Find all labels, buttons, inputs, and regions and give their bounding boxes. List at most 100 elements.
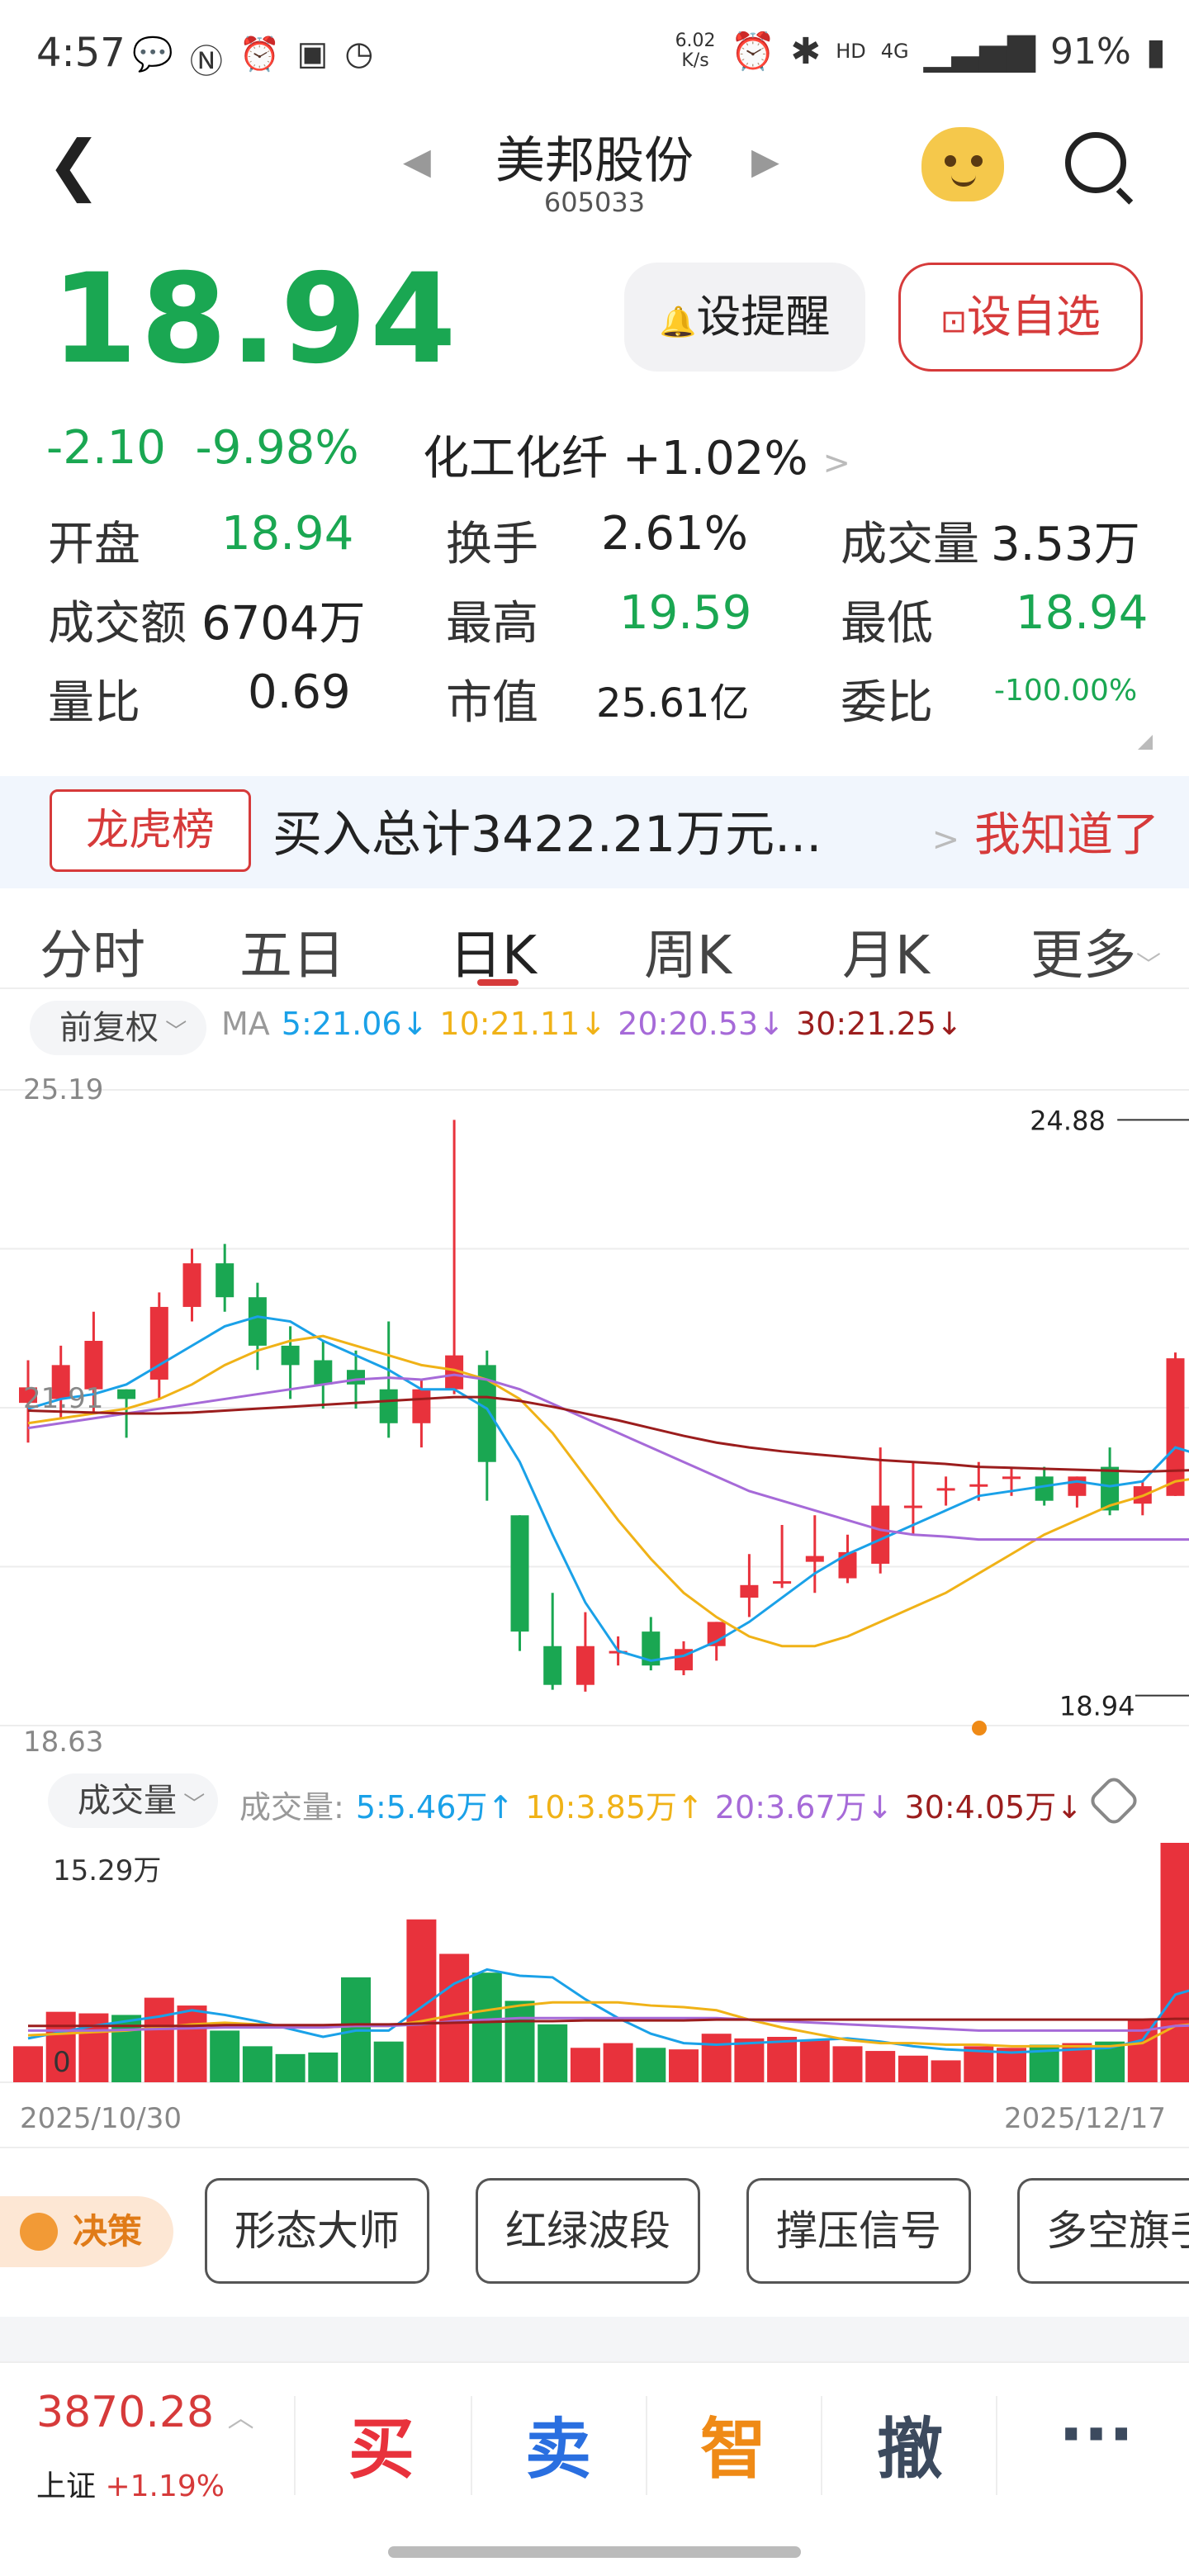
tab-more-label: 更多: [1030, 926, 1136, 987]
volume-bar: [275, 2053, 306, 2082]
volume-indicator-label: 成交量: [78, 1782, 177, 1820]
ratio-value: 0.69: [248, 665, 351, 719]
candle-body: [543, 1646, 562, 1685]
candle-body: [838, 1551, 857, 1579]
index-value[interactable]: 3870.28 ︿: [36, 2388, 254, 2437]
decision-badge[interactable]: 决策: [0, 2196, 173, 2267]
industry-link[interactable]: 化工化纤 +1.02% >: [423, 421, 850, 488]
ma30-value: 30:21.25↓: [795, 1006, 963, 1042]
candle-body: [740, 1584, 759, 1598]
turnover-label: 换手: [446, 518, 538, 571]
mascot-icon[interactable]: [921, 127, 1004, 201]
stats-row-3: 量比 0.69 市值 25.61亿 委比 -100.00%: [0, 665, 1189, 745]
hd-label: HD: [836, 40, 866, 63]
smart-button[interactable]: 智: [700, 2396, 766, 2492]
volume-bar: [471, 1972, 502, 2082]
bottom-bar: 3870.28 ︿ 上证 +1.19% 买 卖 智 撤 ···: [0, 2361, 1189, 2526]
open-label: 开盘: [48, 518, 140, 571]
volume-bar: [373, 2041, 404, 2082]
chevron-down-icon: ﹀: [159, 1020, 187, 1044]
status-right: 6.02 K/s ⏰ ✱ HD 4G ▁▃▅▇ 91% ▮: [675, 30, 1166, 73]
stats-row-2: 成交额 6704万 最高 19.59 最低 18.94: [0, 586, 1189, 665]
candle-body: [805, 1556, 824, 1562]
home-indicator[interactable]: [388, 2546, 801, 2558]
volume-zero-label: 0: [53, 2046, 71, 2079]
industry-name: 化工化纤: [423, 432, 608, 485]
more-button[interactable]: ···: [1059, 2396, 1134, 2473]
adjust-label: 前复权: [59, 1009, 159, 1047]
vol-ma30-value: 30:4.05万↓: [904, 1789, 1083, 1825]
candle-body: [314, 1360, 333, 1385]
change-value: -2.10: [46, 421, 166, 475]
expand-corner-icon[interactable]: [1138, 735, 1153, 750]
clock-icon: ◷: [344, 35, 374, 73]
speed-value: 6.02: [675, 31, 716, 51]
candle-body: [1068, 1476, 1087, 1496]
volume-bar: [144, 1997, 174, 2082]
dragon-tiger-banner[interactable]: 龙虎榜 买入总计3422.21万元... > 我知道了: [0, 776, 1189, 888]
candle-body: [281, 1345, 300, 1366]
period-tabs: 分时 五日 日K 周K 月K 更多﹀: [0, 897, 1189, 987]
next-stock-arrow-icon[interactable]: ▶: [751, 140, 779, 182]
ma20-value: 20:20.53↓: [618, 1006, 784, 1042]
tab-monthly-k[interactable]: 月K: [842, 913, 930, 989]
candle-body: [936, 1488, 955, 1491]
feature-pattern-master[interactable]: 形态大师: [205, 2178, 429, 2284]
volume-bar: [13, 2046, 43, 2082]
candle-body: [903, 1505, 922, 1508]
settings-hexagon-icon[interactable]: [1087, 1773, 1141, 1828]
candle-body: [216, 1263, 234, 1298]
stats-row-1: 开盘 18.94 换手 2.61% 成交量 3.53万: [0, 507, 1189, 586]
tab-daily-k[interactable]: 日K: [449, 913, 537, 989]
volume-dropdown[interactable]: 成交量 ﹀: [48, 1773, 218, 1828]
divider: [821, 2396, 822, 2495]
volume-bar: [832, 2046, 863, 2082]
network-speed: 6.02 K/s: [675, 31, 716, 71]
x-end-date: 2025/12/17: [1004, 2102, 1166, 2135]
speed-unit: K/s: [681, 50, 709, 71]
volume-prefix: 成交量:: [239, 1789, 344, 1825]
adjust-dropdown[interactable]: 前复权 ﹀: [30, 1001, 206, 1055]
status-bar: 4:57 💬 Ⓝ ⏰ ▣ ◷ 6.02 K/s ⏰ ✱ HD 4G ▁▃▅▇ 9…: [0, 0, 1189, 107]
ma20-line: [27, 1373, 1189, 1541]
dismiss-banner-button[interactable]: > 我知道了: [932, 798, 1159, 864]
feature-support-resistance[interactable]: 撑压信号: [746, 2178, 971, 2284]
vol-ma10-value: 10:3.85万↑: [525, 1789, 703, 1825]
candlestick-chart[interactable]: 24.88 18.94: [0, 1065, 1189, 1767]
divider: [294, 2396, 296, 2495]
sell-button[interactable]: 卖: [525, 2396, 591, 2492]
change-pct: -9.98%: [195, 421, 359, 475]
add-favorite-button[interactable]: ⊡设自选: [898, 263, 1143, 372]
feature-bull-bear-flag[interactable]: 多空旗手: [1017, 2178, 1189, 2284]
chevron-right-icon: >: [931, 821, 960, 859]
candle-body: [347, 1370, 365, 1385]
volume-max-label: 15.29万: [53, 1854, 162, 1887]
feature-red-green-band[interactable]: 红绿波段: [476, 2178, 700, 2284]
candle-body: [969, 1484, 988, 1487]
search-icon[interactable]: [1065, 132, 1126, 193]
status-time: 4:57: [36, 30, 126, 76]
high-value: 19.59: [619, 586, 752, 640]
y-tick-bottom: 18.63: [23, 1726, 104, 1759]
tab-five-day[interactable]: 五日: [239, 913, 345, 989]
volume-bar: [767, 2036, 798, 2082]
commit-value: -100.00%: [994, 674, 1138, 708]
tab-weekly-k[interactable]: 周K: [644, 913, 732, 989]
status-icons: 💬 Ⓝ ⏰ ▣ ◷: [132, 35, 373, 83]
volume-bar: [210, 2030, 240, 2082]
buy-button[interactable]: 买: [348, 2396, 414, 2492]
tab-more[interactable]: 更多﹀: [1030, 913, 1161, 989]
volume-chart[interactable]: [0, 1835, 1189, 2091]
volume-bar: [538, 2024, 568, 2082]
volume-bar: [701, 2034, 732, 2082]
tab-intraday[interactable]: 分时: [40, 913, 145, 989]
volume-label: 成交量: [841, 518, 979, 571]
index-pct: +1.19%: [105, 2469, 225, 2503]
set-alert-button[interactable]: 🔔设提醒: [624, 263, 865, 372]
latest-marker: [972, 1721, 987, 1735]
candle-body: [412, 1389, 431, 1423]
amount-value: 6704万: [201, 597, 366, 651]
high-label: 最高: [446, 597, 538, 651]
cancel-order-button[interactable]: 撤: [877, 2396, 943, 2492]
low-value: 18.94: [1016, 586, 1149, 640]
